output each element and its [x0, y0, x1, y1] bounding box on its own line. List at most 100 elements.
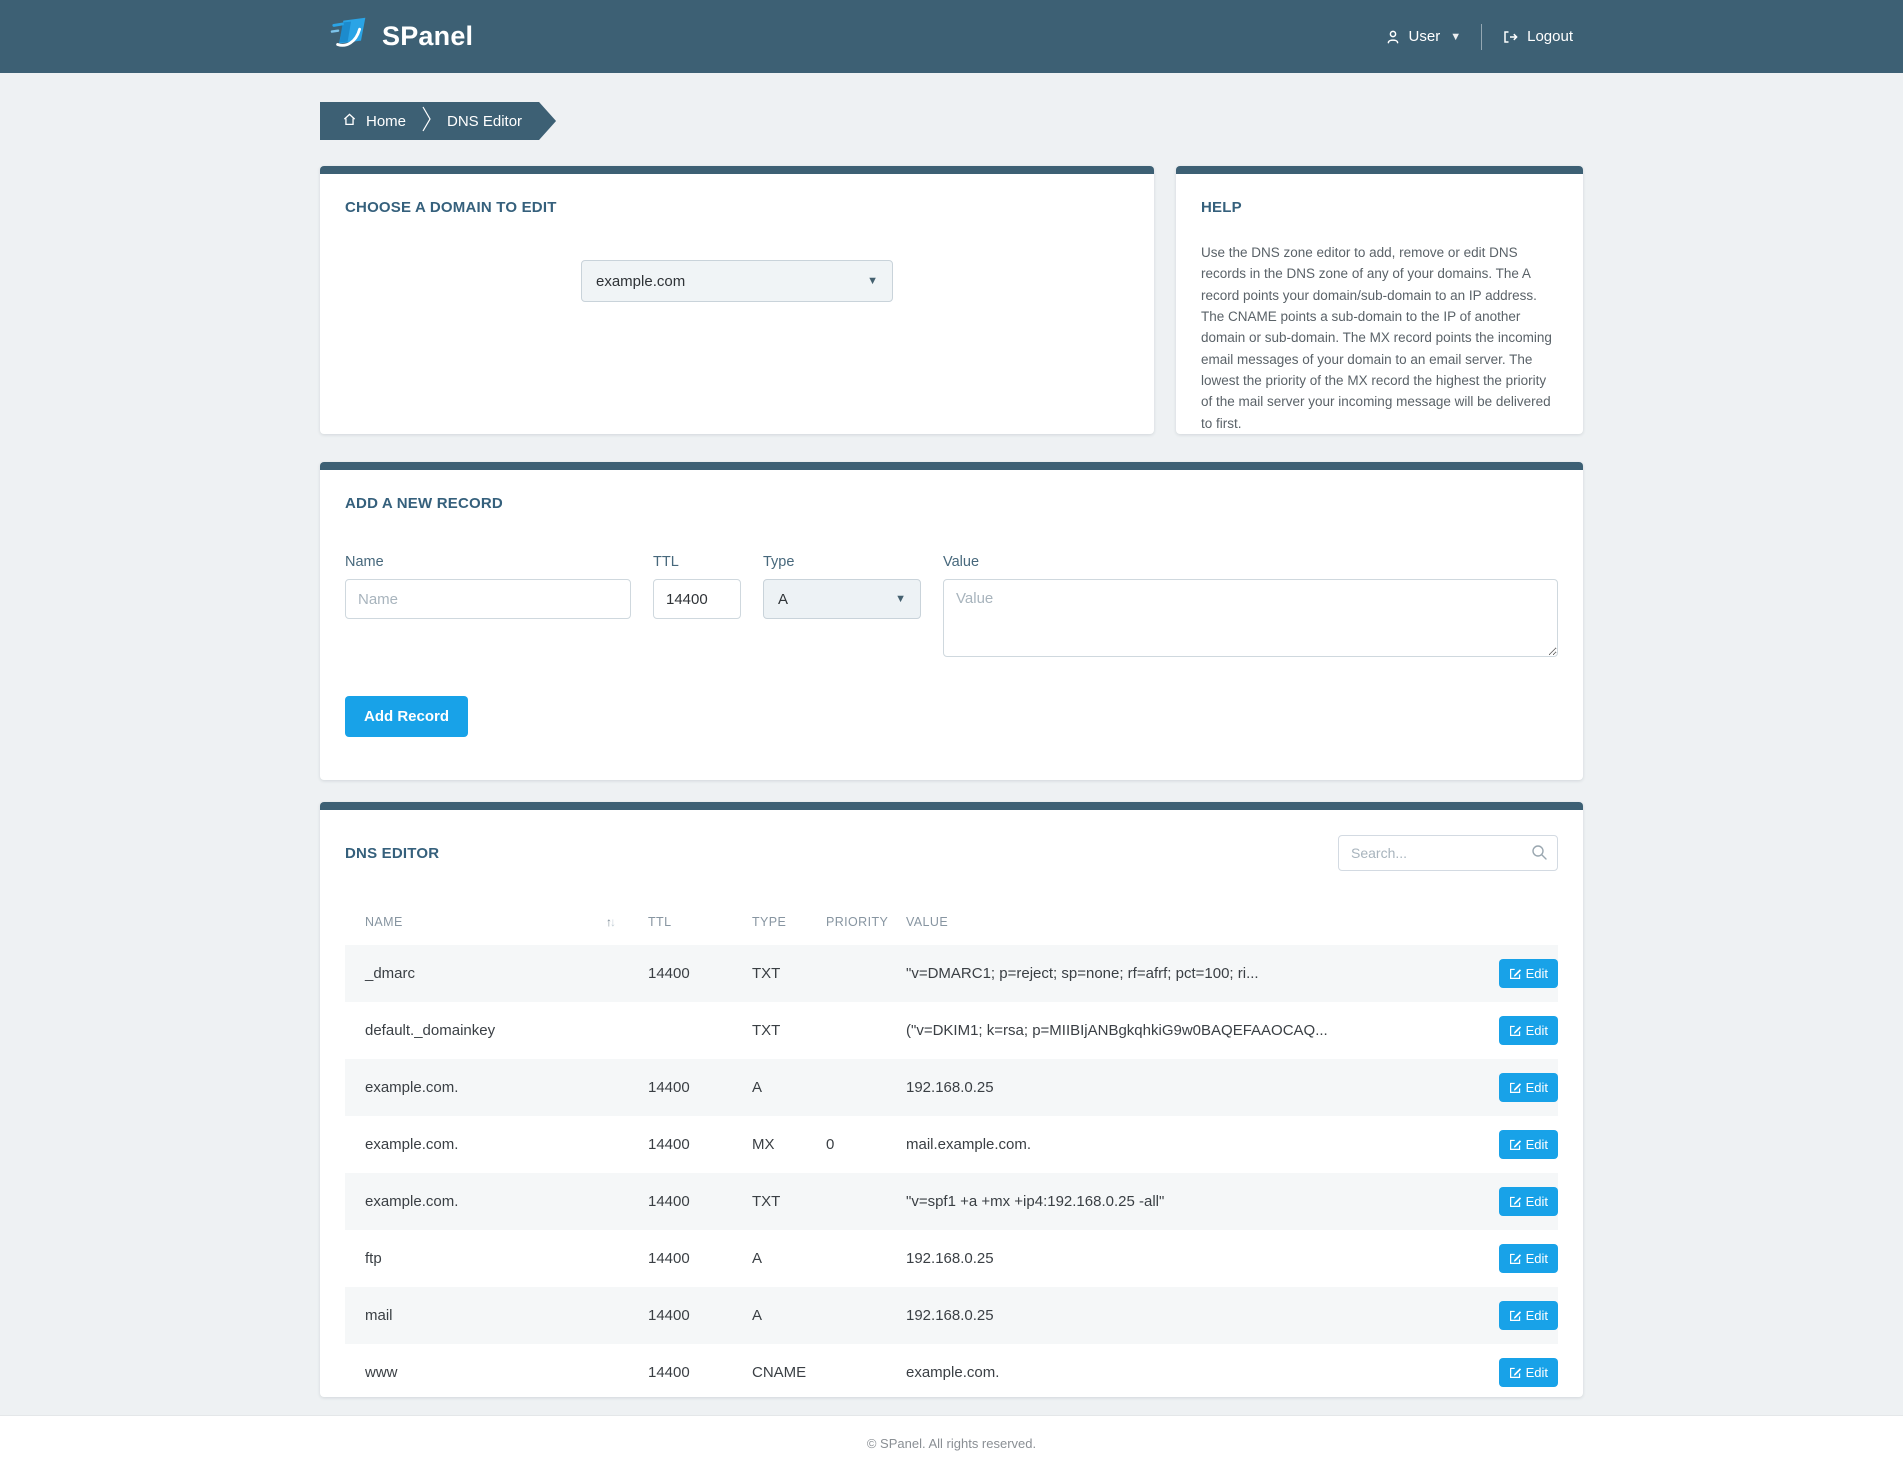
edit-button[interactable]: Edit: [1499, 1073, 1558, 1102]
type-select[interactable]: A ▼: [763, 579, 921, 619]
breadcrumb-home[interactable]: Home: [342, 112, 406, 131]
record-name: mail: [345, 1287, 628, 1344]
record-name: ftp: [345, 1230, 628, 1287]
breadcrumb: Home DNS Editor: [320, 102, 556, 140]
choose-domain-title: CHOOSE A DOMAIN TO EDIT: [345, 199, 1129, 216]
record-name: example.com.: [345, 1173, 628, 1230]
edit-button[interactable]: Edit: [1499, 1301, 1558, 1330]
choose-domain-card: CHOOSE A DOMAIN TO EDIT example.com ▼: [320, 166, 1154, 434]
record-type: TXT: [732, 1173, 806, 1230]
edit-icon: [1509, 1195, 1522, 1208]
edit-button[interactable]: Edit: [1499, 1358, 1558, 1387]
record-type: A: [732, 1287, 806, 1344]
logout-button[interactable]: Logout: [1502, 28, 1573, 45]
edit-button-label: Edit: [1526, 966, 1548, 981]
brand-name: SPanel: [382, 21, 473, 52]
record-priority: [806, 1230, 886, 1287]
edit-icon: [1509, 1366, 1522, 1379]
user-menu-label: User: [1409, 28, 1441, 45]
record-ttl: [628, 1002, 732, 1059]
table-row: example.com. 14400 TXT "v=spf1 +a +mx +i…: [345, 1173, 1558, 1230]
record-value: "v=spf1 +a +mx +ip4:192.168.0.25 -all": [886, 1173, 1468, 1230]
table-row: example.com. 14400 MX 0 mail.example.com…: [345, 1116, 1558, 1173]
edit-button[interactable]: Edit: [1499, 1187, 1558, 1216]
name-label: Name: [345, 554, 631, 570]
record-ttl: 14400: [628, 1116, 732, 1173]
table-row: ftp 14400 A 192.168.0.25 Edit: [345, 1230, 1558, 1287]
ttl-label: TTL: [653, 554, 741, 570]
breadcrumb-current: DNS Editor: [447, 113, 522, 130]
user-icon: [1385, 29, 1401, 45]
breadcrumb-separator-icon: [422, 106, 431, 136]
record-ttl: 14400: [628, 1287, 732, 1344]
copyright-text: © SPanel. All rights reserved.: [867, 1436, 1036, 1451]
record-type: A: [732, 1230, 806, 1287]
record-priority: [806, 1287, 886, 1344]
spanel-logo-icon: [330, 14, 372, 59]
select-caret-icon: ▼: [867, 275, 878, 287]
navbar-divider: [1481, 24, 1482, 50]
breadcrumb-home-label: Home: [366, 113, 406, 130]
help-card: HELP Use the DNS zone editor to add, rem…: [1176, 166, 1583, 434]
edit-icon: [1509, 1252, 1522, 1265]
record-value: "v=DMARC1; p=reject; sp=none; rf=afrf; p…: [886, 945, 1468, 1002]
header-ttl: TTL: [628, 905, 732, 945]
record-name: _dmarc: [345, 945, 628, 1002]
record-type: TXT: [732, 945, 806, 1002]
record-ttl: 14400: [628, 1173, 732, 1230]
search-box: [1338, 835, 1558, 871]
table-row: example.com. 14400 A 192.168.0.25 Edit: [345, 1059, 1558, 1116]
edit-icon: [1509, 1138, 1522, 1151]
dns-table-body: _dmarc 14400 TXT "v=DMARC1; p=reject; sp…: [345, 945, 1558, 1401]
edit-button-label: Edit: [1526, 1308, 1548, 1323]
select-caret-icon: ▼: [895, 593, 906, 605]
breadcrumb-current-label: DNS Editor: [447, 113, 522, 130]
dns-editor-title: DNS EDITOR: [345, 845, 439, 862]
record-value: ("v=DKIM1; k=rsa; p=MIIBIjANBgkqhkiG9w0B…: [886, 1002, 1468, 1059]
dns-records-table: NAME ↑↓ TTL TYPE PRIORITY VALUE _dmarc 1…: [345, 905, 1558, 1401]
record-value: 192.168.0.25: [886, 1059, 1468, 1116]
record-priority: [806, 1059, 886, 1116]
record-type: CNAME: [732, 1344, 806, 1401]
add-record-button[interactable]: Add Record: [345, 696, 468, 737]
record-ttl: 14400: [628, 1059, 732, 1116]
record-priority: [806, 1002, 886, 1059]
record-priority: [806, 1173, 886, 1230]
edit-button[interactable]: Edit: [1499, 1130, 1558, 1159]
edit-button[interactable]: Edit: [1499, 959, 1558, 988]
type-select-value: A: [778, 591, 788, 608]
record-value: 192.168.0.25: [886, 1230, 1468, 1287]
name-input[interactable]: [345, 579, 631, 619]
user-menu[interactable]: User ▼: [1385, 28, 1462, 45]
record-name: default._domainkey: [345, 1002, 628, 1059]
record-name: www: [345, 1344, 628, 1401]
edit-icon: [1509, 1309, 1522, 1322]
record-name: example.com.: [345, 1059, 628, 1116]
edit-button[interactable]: Edit: [1499, 1244, 1558, 1273]
domain-select-value: example.com: [596, 273, 685, 290]
logout-label: Logout: [1527, 28, 1573, 45]
domain-select[interactable]: example.com ▼: [581, 260, 893, 302]
dns-editor-card: DNS EDITOR NAME ↑↓ TTL: [320, 802, 1583, 1397]
record-type: A: [732, 1059, 806, 1116]
header-value: VALUE: [886, 905, 1468, 945]
record-priority: 0: [806, 1116, 886, 1173]
value-label: Value: [943, 554, 1558, 570]
help-title: HELP: [1201, 199, 1558, 216]
search-input[interactable]: [1338, 835, 1558, 871]
header-priority: PRIORITY: [806, 905, 886, 945]
table-row: mail 14400 A 192.168.0.25 Edit: [345, 1287, 1558, 1344]
sort-icon[interactable]: ↑↓: [606, 915, 614, 929]
edit-button-label: Edit: [1526, 1023, 1548, 1038]
edit-button[interactable]: Edit: [1499, 1016, 1558, 1045]
ttl-input[interactable]: [653, 579, 741, 619]
record-type: MX: [732, 1116, 806, 1173]
edit-button-label: Edit: [1526, 1080, 1548, 1095]
edit-button-label: Edit: [1526, 1365, 1548, 1380]
top-navbar: SPanel User ▼: [0, 0, 1903, 73]
value-textarea[interactable]: [943, 579, 1558, 657]
type-label: Type: [763, 554, 921, 570]
logout-icon: [1502, 29, 1519, 45]
record-ttl: 14400: [628, 1230, 732, 1287]
record-value: example.com.: [886, 1344, 1468, 1401]
